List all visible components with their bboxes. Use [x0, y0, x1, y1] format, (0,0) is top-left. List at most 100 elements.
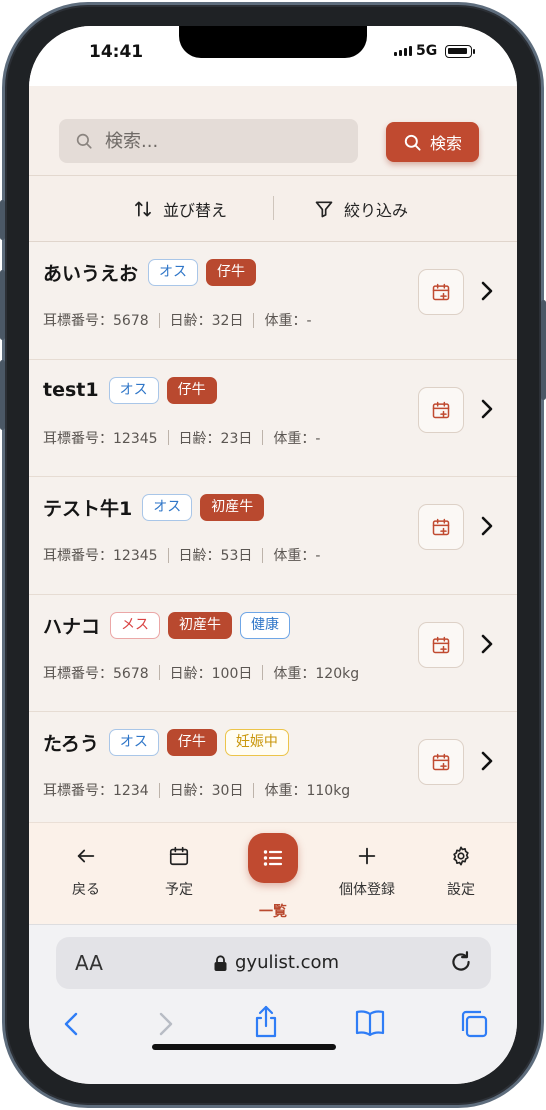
status-time: 14:41	[89, 42, 144, 62]
sex-badge: オス	[148, 259, 199, 286]
add-schedule-button[interactable]	[418, 386, 464, 433]
list-item[interactable]: たろう オス 仔牛 妊娠中 耳標番号：1234 日齢：30日 体重：110kg	[29, 712, 517, 830]
list-item-header: ハナコ メス 初産牛 健康	[43, 611, 291, 639]
lock-icon	[214, 954, 227, 971]
url-display[interactable]: gyulist.com	[214, 952, 339, 973]
nav-list[interactable]: 一覧	[228, 833, 318, 921]
sex-badge: メス	[110, 611, 161, 639]
sort-label: 並び替え	[163, 201, 228, 220]
list-item-header: test1 オス 仔牛	[43, 376, 217, 404]
bottom-nav: 戻る 予定 一覧 個体登録 設定	[29, 822, 517, 924]
nav-settings[interactable]: 設定	[416, 845, 506, 899]
network-label: 5G	[416, 43, 438, 59]
reload-icon[interactable]	[448, 949, 474, 975]
side-button-silent	[0, 200, 5, 240]
filter-label: 絞り込み	[344, 201, 409, 220]
sort-icon	[135, 201, 151, 217]
cattle-meta: 耳標番号：1234 日齢：30日 体重：110kg	[43, 780, 350, 800]
share-icon[interactable]	[251, 1005, 281, 1039]
bookmarks-icon[interactable]	[354, 1009, 386, 1037]
screen: 14:41 5G 検索 並び替え 絞り込み あいう	[29, 26, 517, 1084]
weight: 体重：120kg	[273, 665, 360, 682]
chevron-right-icon[interactable]	[479, 515, 495, 537]
chevron-right-icon[interactable]	[479, 750, 495, 772]
browser-back-icon[interactable]	[61, 1011, 81, 1037]
gear-icon	[453, 846, 469, 866]
cattle-name: テスト牛1	[43, 498, 133, 520]
nav-back-label: 戻る	[72, 882, 100, 898]
cattle-meta: 耳標番号：5678 日齢：100日 体重：120kg	[43, 663, 359, 683]
calendar-plus-icon	[432, 283, 450, 301]
nav-schedule[interactable]: 予定	[134, 845, 224, 899]
weight: 体重：-	[273, 548, 321, 564]
search-button-label: 検索	[429, 134, 462, 153]
calendar-plus-icon	[432, 636, 450, 653]
health-badge: 健康	[240, 611, 291, 639]
address-bar[interactable]: AA gyulist.com	[56, 937, 491, 989]
ear-tag-number: 耳標番号：12345	[43, 548, 158, 564]
calendar-icon	[169, 846, 189, 866]
add-schedule-button[interactable]	[418, 739, 464, 785]
list-item[interactable]: テスト牛1 オス 初産牛 耳標番号：12345 日齢：53日 体重：-	[29, 477, 517, 595]
list-item[interactable]: ハナコ メス 初産牛 健康 耳標番号：5678 日齢：100日 体重：120kg	[29, 594, 517, 712]
age-days: 日齢：23日	[178, 430, 253, 447]
chevron-right-icon[interactable]	[479, 280, 495, 302]
ear-tag-number: 耳標番号：5678	[43, 313, 149, 329]
cattle-name: ハナコ	[43, 615, 101, 638]
add-schedule-button[interactable]	[418, 621, 464, 668]
weight: 体重：110kg	[264, 783, 351, 799]
list-item-header: たろう オス 仔牛 妊娠中	[43, 729, 289, 756]
search-button[interactable]: 検索	[386, 122, 479, 162]
add-schedule-button[interactable]	[418, 504, 464, 550]
search-icon	[76, 133, 92, 149]
cattle-name: あいうえお	[43, 263, 139, 285]
url-text: gyulist.com	[235, 952, 340, 973]
nav-back[interactable]: 戻る	[41, 845, 131, 899]
reader-settings-button[interactable]: AA	[75, 951, 103, 975]
chevron-right-icon[interactable]	[479, 398, 495, 420]
notch	[179, 26, 367, 58]
age-days: 日齢：30日	[169, 783, 244, 799]
cattle-meta: 耳標番号：5678 日齢：32日 体重：-	[43, 310, 312, 330]
sex-badge: オス	[142, 494, 193, 521]
battery-icon	[445, 45, 475, 58]
cattle-list: あいうえお オス 仔牛 耳標番号：5678 日齢：32日 体重：- test1 …	[29, 242, 517, 830]
ear-tag-number: 耳標番号：5678	[43, 665, 149, 682]
add-schedule-button[interactable]	[418, 269, 464, 315]
search-input[interactable]	[105, 130, 345, 152]
weight: 体重：-	[264, 313, 312, 329]
cattle-meta: 耳標番号：12345 日齢：53日 体重：-	[43, 545, 320, 565]
signal-icon	[394, 46, 412, 56]
sort-button[interactable]: 並び替え	[133, 197, 227, 221]
cattle-meta: 耳標番号：12345 日齢：23日 体重：-	[43, 428, 320, 448]
tabs-icon[interactable]	[459, 1009, 489, 1039]
list-fab[interactable]	[248, 833, 298, 883]
browser-forward-icon[interactable]	[156, 1011, 176, 1037]
filter-button[interactable]: 絞り込み	[314, 197, 408, 221]
ear-tag-number: 耳標番号：1234	[43, 783, 149, 799]
calendar-plus-icon	[432, 518, 450, 536]
home-indicator	[152, 1044, 336, 1050]
status-bar: 14:41 5G	[29, 26, 517, 86]
list-item[interactable]: test1 オス 仔牛 耳標番号：12345 日齢：23日 体重：-	[29, 359, 517, 477]
cattle-name: test1	[43, 379, 99, 401]
calendar-plus-icon	[432, 753, 450, 771]
filter-icon	[315, 201, 333, 218]
pregnancy-badge: 妊娠中	[224, 729, 289, 756]
nav-register[interactable]: 個体登録	[322, 845, 412, 899]
list-item[interactable]: あいうえお オス 仔牛 耳標番号：5678 日齢：32日 体重：-	[29, 242, 517, 360]
sex-badge: オス	[108, 376, 159, 404]
sex-badge: オス	[108, 729, 159, 756]
toolbar-divider	[273, 196, 274, 220]
ear-tag-number: 耳標番号：12345	[43, 430, 158, 447]
stage-badge: 仔牛	[166, 729, 217, 756]
search-icon	[404, 134, 421, 151]
age-days: 日齢：100日	[169, 665, 253, 682]
side-button-power	[541, 300, 546, 400]
list-icon	[263, 850, 283, 866]
search-field[interactable]	[59, 119, 358, 163]
chevron-right-icon[interactable]	[479, 633, 495, 655]
side-button-volume-up	[0, 270, 5, 340]
sort-filter-bar: 並び替え 絞り込み	[29, 176, 517, 242]
stage-badge: 仔牛	[206, 259, 257, 286]
